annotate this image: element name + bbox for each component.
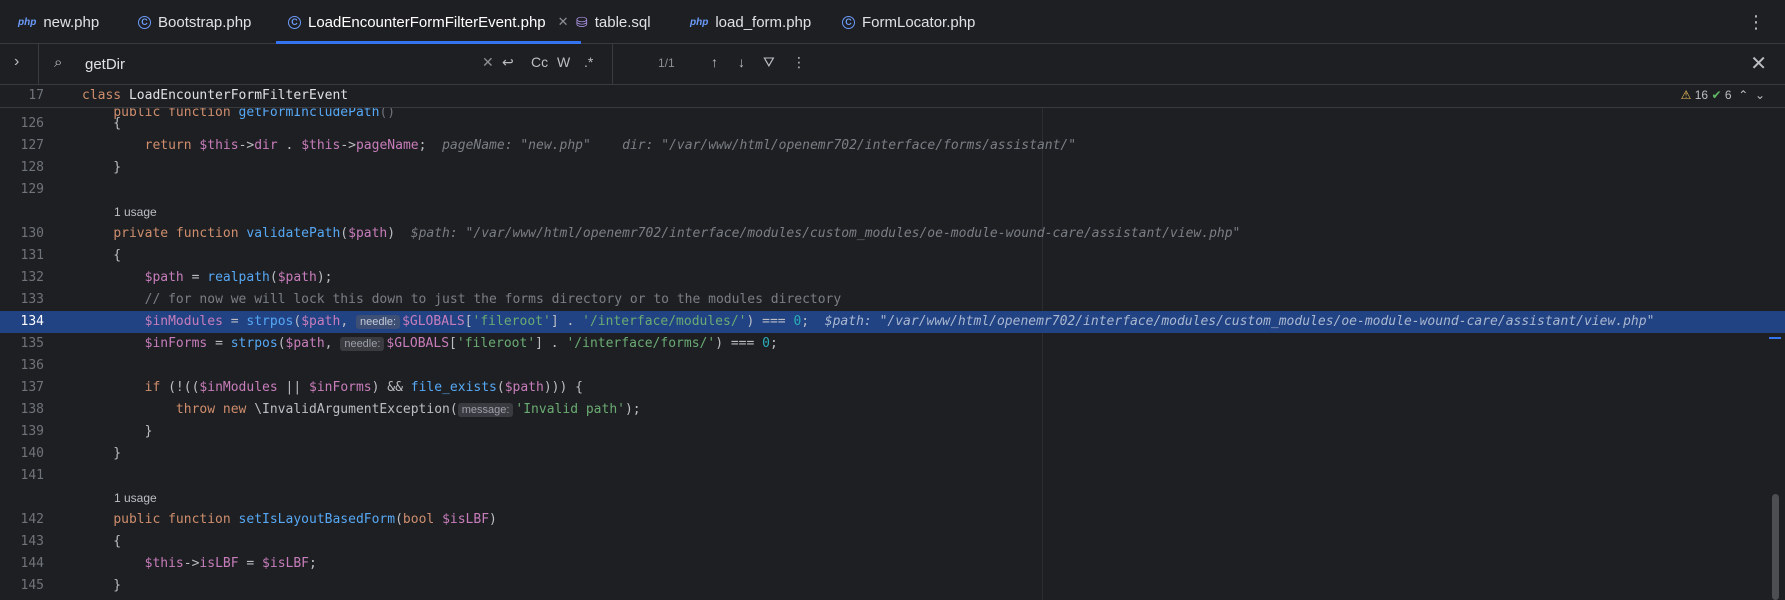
code-line: 136 — [20, 358, 44, 373]
database-icon: ⛁ — [576, 13, 588, 30]
code-editor[interactable]: public function getFormIncludePath() 126… — [0, 108, 1785, 600]
warning-icon: ⚠ — [1680, 88, 1692, 102]
code-line: 129 — [20, 182, 44, 197]
tab-loadencounterformfilterevent-php[interactable]: C LoadEncounterFormFilterEvent.php ✕ — [276, 0, 581, 44]
code-line: 128 } — [20, 160, 122, 175]
code-comment: // for now we will lock this down to jus… — [144, 292, 842, 307]
filter-icon[interactable]: ⛛ — [763, 54, 775, 71]
inline-value-hint: $path: "/var/www/html/openemr702/interfa… — [824, 314, 1655, 329]
tab-label: Bootstrap.php — [158, 13, 252, 31]
code-line: 140 } — [20, 446, 122, 461]
code-line: 127 return $this->dir . $this->pageName;… — [20, 138, 1077, 153]
ok-count: 6 — [1724, 88, 1732, 102]
php-file-icon: php — [18, 16, 37, 28]
code-line: 143 { — [20, 534, 122, 549]
tab-label: new.php — [43, 13, 100, 31]
code-line: 133 // for now we will lock this down to… — [20, 292, 842, 307]
tab-label: FormLocator.php — [862, 13, 976, 31]
divider — [38, 44, 39, 84]
usage-hint[interactable]: 1 usage — [0, 201, 1785, 223]
vertical-scrollbar[interactable] — [1772, 494, 1779, 600]
inline-value-hint: $path: "/var/www/html/openemr702/interfa… — [410, 226, 1241, 241]
tab-load-form-php[interactable]: php load_form.php — [690, 0, 811, 44]
php-file-icon: php — [690, 16, 709, 28]
class-file-icon: C — [138, 15, 151, 29]
chevron-right-icon[interactable]: › — [14, 53, 19, 71]
code-line: 132 $path = realpath($path); — [20, 270, 333, 285]
sticky-class-declaration: class LoadEncounterFormFilterEvent — [82, 88, 349, 103]
inspection-widget[interactable]: ⚠ 16 ✔ 6 ⌃ ⌄ — [1681, 88, 1765, 102]
code-line: 138 throw new \InvalidArgumentException(… — [20, 402, 641, 417]
more-options-icon[interactable]: ⋮ — [792, 54, 806, 71]
code-line: 131 { — [20, 248, 122, 263]
code-line: 137 if (!(($inModules || $inForms) && fi… — [20, 380, 583, 395]
tab-new-php[interactable]: php new.php — [18, 0, 99, 44]
inline-value-hint: dir: "/var/www/html/openemr702/interface… — [622, 138, 1077, 153]
previous-occurrence-icon[interactable]: ↑ — [711, 54, 718, 70]
close-tab-icon[interactable]: ✕ — [558, 14, 569, 30]
tab-label: load_form.php — [715, 13, 812, 31]
class-file-icon: C — [842, 15, 855, 29]
code-line: 141 — [20, 468, 44, 483]
tab-table-sql[interactable]: ⛁ table.sql — [576, 0, 651, 44]
clear-search-icon[interactable]: ✕ — [482, 54, 494, 71]
sticky-class-header[interactable]: 17 class LoadEncounterFormFilterEvent ⚠ … — [0, 85, 1785, 108]
tab-label: LoadEncounterFormFilterEvent.php — [308, 13, 546, 31]
newline-icon[interactable]: ↩ — [502, 54, 514, 71]
divider — [612, 44, 613, 84]
parameter-hint: message: — [457, 403, 514, 417]
code-line: 130 private function validatePath($path)… — [20, 226, 1241, 241]
tab-formlocator-php[interactable]: C FormLocator.php — [842, 0, 975, 44]
whole-words-toggle[interactable]: W — [557, 54, 570, 70]
code-line: 145 } — [20, 578, 122, 593]
match-count: 1/1 — [658, 56, 675, 70]
inline-value-hint: pageName: "new.php" — [442, 138, 591, 153]
close-icon[interactable]: ✕ — [1750, 51, 1767, 76]
parameter-hint: needle: — [340, 337, 385, 351]
find-input[interactable] — [85, 53, 475, 75]
current-line-highlight: 134 $inModules = strpos($path, needle: $G… — [0, 311, 1785, 333]
code-line: 126 { — [20, 116, 122, 131]
check-icon: ✔ — [1711, 88, 1722, 102]
more-vertical-icon[interactable]: ⋮ — [1747, 12, 1765, 33]
line-number: 17 — [28, 88, 44, 103]
editor-tab-bar: php new.php C Bootstrap.php C LoadEncoun… — [0, 0, 1785, 44]
warning-count: 16 — [1694, 88, 1709, 102]
parameter-hint: needle: — [355, 315, 401, 329]
tab-label: table.sql — [594, 13, 651, 31]
tab-bootstrap-php[interactable]: C Bootstrap.php — [138, 0, 251, 44]
code-line: 139 } — [20, 424, 153, 439]
chevron-up-icon[interactable]: ⌃ — [1738, 88, 1748, 102]
code-line: 135 $inForms = strpos($path, needle: $GLO… — [20, 336, 778, 351]
find-bar: › ⌕ ✕ ↩ Cc W .* 1/1 ↑ ↓ ⛛ ⋮ ✕ — [0, 44, 1785, 85]
code-line: 144 $this->isLBF = $isLBF; — [20, 556, 317, 571]
code-line: 142 public function setIsLayoutBasedForm… — [20, 512, 497, 527]
usage-hint[interactable]: 1 usage — [0, 487, 1785, 509]
search-result-marker[interactable] — [1769, 337, 1781, 339]
search-icon[interactable]: ⌕ — [54, 54, 62, 71]
chevron-down-icon[interactable]: ⌄ — [1755, 88, 1765, 102]
class-file-icon: C — [288, 15, 301, 29]
regex-toggle[interactable]: .* — [584, 54, 593, 70]
match-case-toggle[interactable]: Cc — [531, 54, 548, 70]
next-occurrence-icon[interactable]: ↓ — [738, 54, 745, 70]
